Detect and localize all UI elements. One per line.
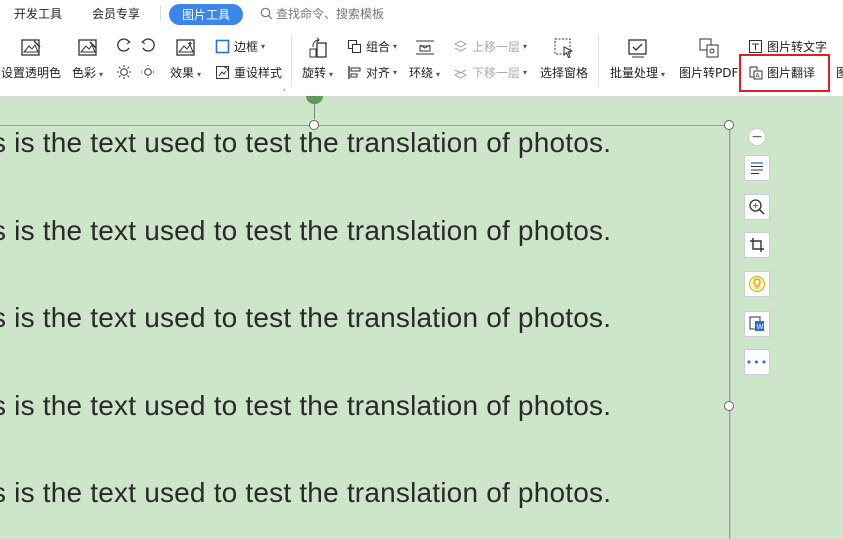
selection-pane-icon bbox=[554, 38, 574, 59]
crop-icon bbox=[750, 238, 764, 252]
tab-divider bbox=[160, 6, 161, 21]
reset-style-label: 重设样式 bbox=[234, 66, 283, 80]
page-edge-guide bbox=[730, 128, 731, 539]
increase-brightness-icon[interactable] bbox=[116, 64, 132, 80]
ribbon-group-divider bbox=[598, 35, 599, 87]
group-button[interactable]: 组合 ▾ bbox=[347, 38, 397, 55]
rotate-button[interactable]: 旋转 ▾ bbox=[302, 37, 333, 81]
dropdown-arrow-icon: ▾ bbox=[393, 68, 398, 77]
dialog-launcher-icon[interactable]: ⌟ bbox=[282, 83, 286, 92]
align-icon bbox=[348, 66, 361, 79]
effects-button[interactable]: 效果 ▾ bbox=[170, 37, 201, 81]
image-to-text-label: 图片转文字 bbox=[767, 40, 828, 54]
selection-border-top bbox=[0, 125, 729, 126]
zoom-icon bbox=[749, 199, 765, 215]
bring-forward-button[interactable]: 上移一层 ▾ bbox=[453, 38, 527, 55]
color-button[interactable]: 色彩 ▾ bbox=[72, 37, 103, 81]
border-label: 边框 bbox=[234, 40, 259, 54]
dropdown-arrow-icon: ▾ bbox=[329, 70, 334, 79]
decrease-contrast-icon[interactable] bbox=[140, 37, 156, 53]
image-to-text-icon bbox=[749, 40, 762, 53]
decrease-brightness-icon[interactable] bbox=[140, 64, 156, 80]
image-to-pdf-label: 图片转PDF bbox=[679, 66, 739, 80]
dropdown-arrow-icon: ▾ bbox=[436, 70, 441, 79]
top-tab-bar: 开发工具 会员专享 图片工具 查找命令、搜索模板 bbox=[0, 0, 843, 27]
align-button[interactable]: 对齐 ▾ bbox=[347, 64, 397, 81]
ocr-text-button[interactable] bbox=[744, 155, 770, 181]
dropdown-arrow-icon: ▾ bbox=[523, 42, 528, 51]
wrap-label: 环绕 bbox=[409, 66, 434, 80]
word-convert-icon: W bbox=[749, 316, 764, 331]
zoom-button[interactable] bbox=[744, 194, 770, 220]
rotate-label: 旋转 bbox=[302, 66, 327, 80]
send-backward-label: 下移一层 bbox=[472, 66, 521, 80]
wrap-text-icon bbox=[415, 40, 434, 55]
increase-contrast-icon[interactable] bbox=[116, 37, 132, 53]
batch-process-button[interactable]: 批量处理 ▾ bbox=[610, 37, 665, 81]
resize-handle-top[interactable] bbox=[309, 120, 319, 130]
search-placeholder: 查找命令、搜索模板 bbox=[276, 7, 385, 21]
dropdown-arrow-icon: ▾ bbox=[661, 70, 666, 79]
image-to-pdf-icon bbox=[699, 38, 719, 58]
dropdown-arrow-icon: ▾ bbox=[393, 42, 398, 51]
resize-handle-right[interactable] bbox=[724, 401, 734, 411]
lightbulb-icon bbox=[749, 276, 765, 292]
send-backward-button[interactable]: 下移一层 ▾ bbox=[453, 64, 527, 81]
text-line: s is the text used to test the translati… bbox=[0, 477, 612, 508]
selection-pane-button[interactable]: 选择窗格 bbox=[540, 37, 588, 81]
transparent-color-icon bbox=[21, 39, 41, 56]
translate-highlight-box bbox=[739, 54, 830, 92]
smart-suggest-button[interactable] bbox=[744, 271, 770, 297]
wrap-button[interactable]: 环绕 ▾ bbox=[409, 37, 440, 81]
tab-picture-tools[interactable]: 图片工具 bbox=[169, 4, 244, 25]
picture-tools-ribbon: 设置透明色 色彩 ▾ 效果 ▾ 边框 ▾ 重设样式 ⌟ 旋转 ▾ 组合 ▾ 对齐 ▾ bbox=[0, 27, 843, 97]
send-backward-icon bbox=[453, 69, 468, 79]
image-to-text-button[interactable]: 图片转文字 bbox=[748, 38, 827, 55]
reset-style-button[interactable]: 重设样式 bbox=[215, 64, 282, 81]
set-transparent-button[interactable]: 设置透明色 bbox=[1, 37, 61, 81]
border-button[interactable]: 边框 ▾ bbox=[215, 38, 265, 55]
color-label: 色彩 bbox=[72, 66, 97, 80]
text-line: s is the text used to test the translati… bbox=[0, 390, 612, 421]
crop-button[interactable] bbox=[744, 232, 770, 258]
batch-process-icon bbox=[627, 39, 647, 58]
dropdown-arrow-icon: ▾ bbox=[261, 42, 266, 51]
dropdown-arrow-icon: ▾ bbox=[523, 68, 528, 77]
set-transparent-label: 设置透明色 bbox=[1, 66, 62, 80]
command-search[interactable]: 查找命令、搜索模板 bbox=[260, 5, 384, 22]
minus-icon[interactable]: − bbox=[748, 128, 766, 146]
svg-text:W: W bbox=[757, 323, 764, 331]
dropdown-arrow-icon: ▾ bbox=[99, 70, 104, 79]
overflow-ribbon-item[interactable]: 图 bbox=[836, 64, 843, 81]
align-label: 对齐 bbox=[366, 66, 391, 80]
group-icon bbox=[348, 40, 361, 53]
group-label: 组合 bbox=[366, 40, 391, 54]
image-to-pdf-button[interactable]: 图片转PDF bbox=[679, 37, 738, 81]
tab-member[interactable]: 会员专享 bbox=[92, 5, 140, 22]
more-options-button[interactable]: ••• bbox=[744, 349, 770, 375]
search-icon bbox=[260, 7, 273, 20]
batch-process-label: 批量处理 bbox=[610, 66, 659, 80]
bring-forward-icon bbox=[453, 40, 468, 52]
rotate-icon bbox=[309, 37, 327, 58]
text-line: s is the text used to test the translati… bbox=[0, 215, 612, 246]
effects-label: 效果 bbox=[170, 66, 195, 80]
dropdown-arrow-icon: ▾ bbox=[197, 70, 202, 79]
reset-style-icon bbox=[216, 66, 229, 79]
text-line: s is the text used to test the translati… bbox=[0, 127, 612, 158]
convert-to-word-button[interactable]: W bbox=[744, 311, 770, 337]
color-icon bbox=[77, 39, 97, 56]
resize-handle-top-right[interactable] bbox=[724, 120, 734, 130]
text-line: s is the text used to test the translati… bbox=[0, 302, 612, 333]
effects-icon bbox=[175, 39, 195, 56]
bring-forward-label: 上移一层 bbox=[472, 40, 521, 54]
more-icon: ••• bbox=[745, 355, 769, 369]
border-icon bbox=[215, 39, 230, 54]
rotate-handle-stem bbox=[314, 97, 315, 119]
document-canvas[interactable]: s is the text used to test the translati… bbox=[0, 97, 843, 539]
selection-pane-label: 选择窗格 bbox=[540, 66, 589, 80]
ocr-text-icon bbox=[751, 162, 763, 174]
ribbon-group-divider bbox=[291, 35, 292, 87]
tab-developer-tools[interactable]: 开发工具 bbox=[14, 5, 62, 22]
